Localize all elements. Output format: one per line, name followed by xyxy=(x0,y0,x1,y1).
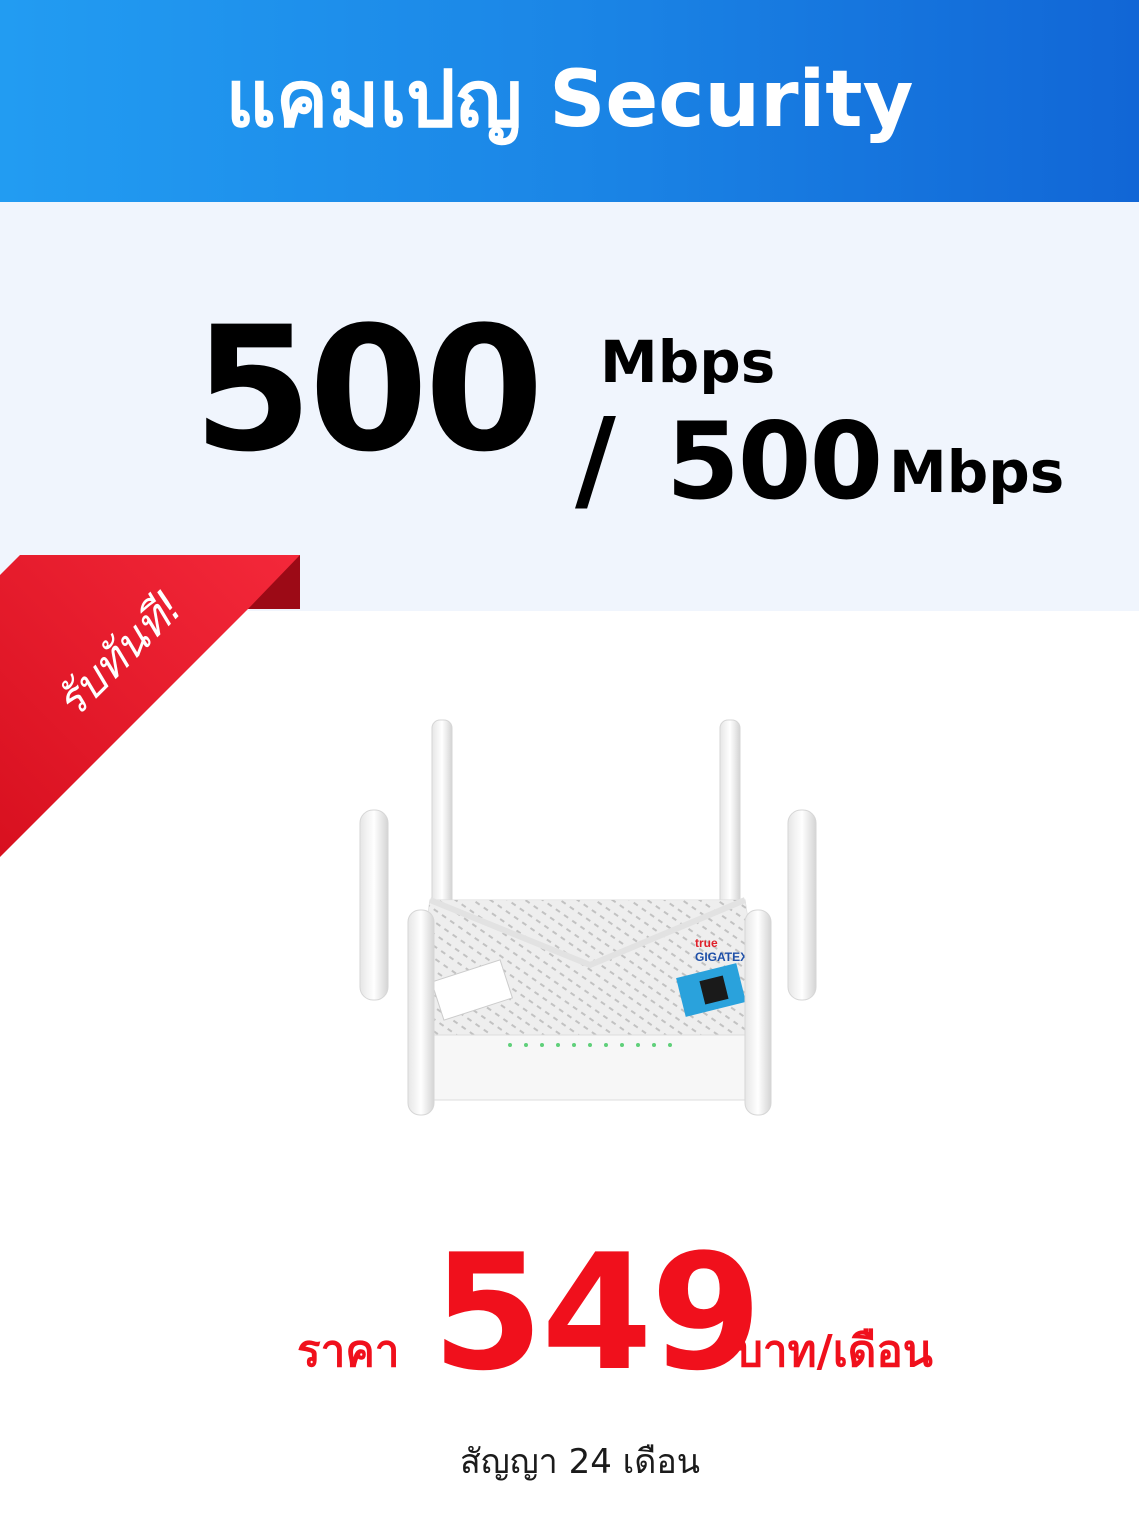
campaign-header: แคมเปญ Security xyxy=(0,0,1139,202)
contract-term: สัญญา 24 เดือน xyxy=(459,1442,701,1482)
speed-separator: / xyxy=(575,395,616,525)
svg-text:true: true xyxy=(695,936,718,950)
price-label: ราคา xyxy=(297,1326,400,1377)
wifi-router-image: true GIGATEX xyxy=(359,719,817,1116)
antenna-back-right xyxy=(719,719,741,921)
antenna-front-right xyxy=(744,909,772,1116)
speed-section xyxy=(0,202,1139,611)
price-unit: บาท/เดือน xyxy=(735,1326,933,1377)
download-speed-unit: Mbps xyxy=(600,328,776,396)
download-speed: 500 xyxy=(193,289,544,490)
price-value: 549 xyxy=(432,1219,762,1406)
upload-speed-unit: Mbps xyxy=(889,438,1065,506)
antenna-side-right xyxy=(787,809,817,1001)
upload-speed: 500 xyxy=(666,400,883,523)
svg-text:GIGATEX: GIGATEX xyxy=(695,950,748,964)
campaign-title: แคมเปญ Security xyxy=(225,55,914,145)
antenna-back-left xyxy=(431,719,453,921)
antenna-front-left xyxy=(407,909,435,1116)
antenna-side-left xyxy=(359,809,389,1001)
